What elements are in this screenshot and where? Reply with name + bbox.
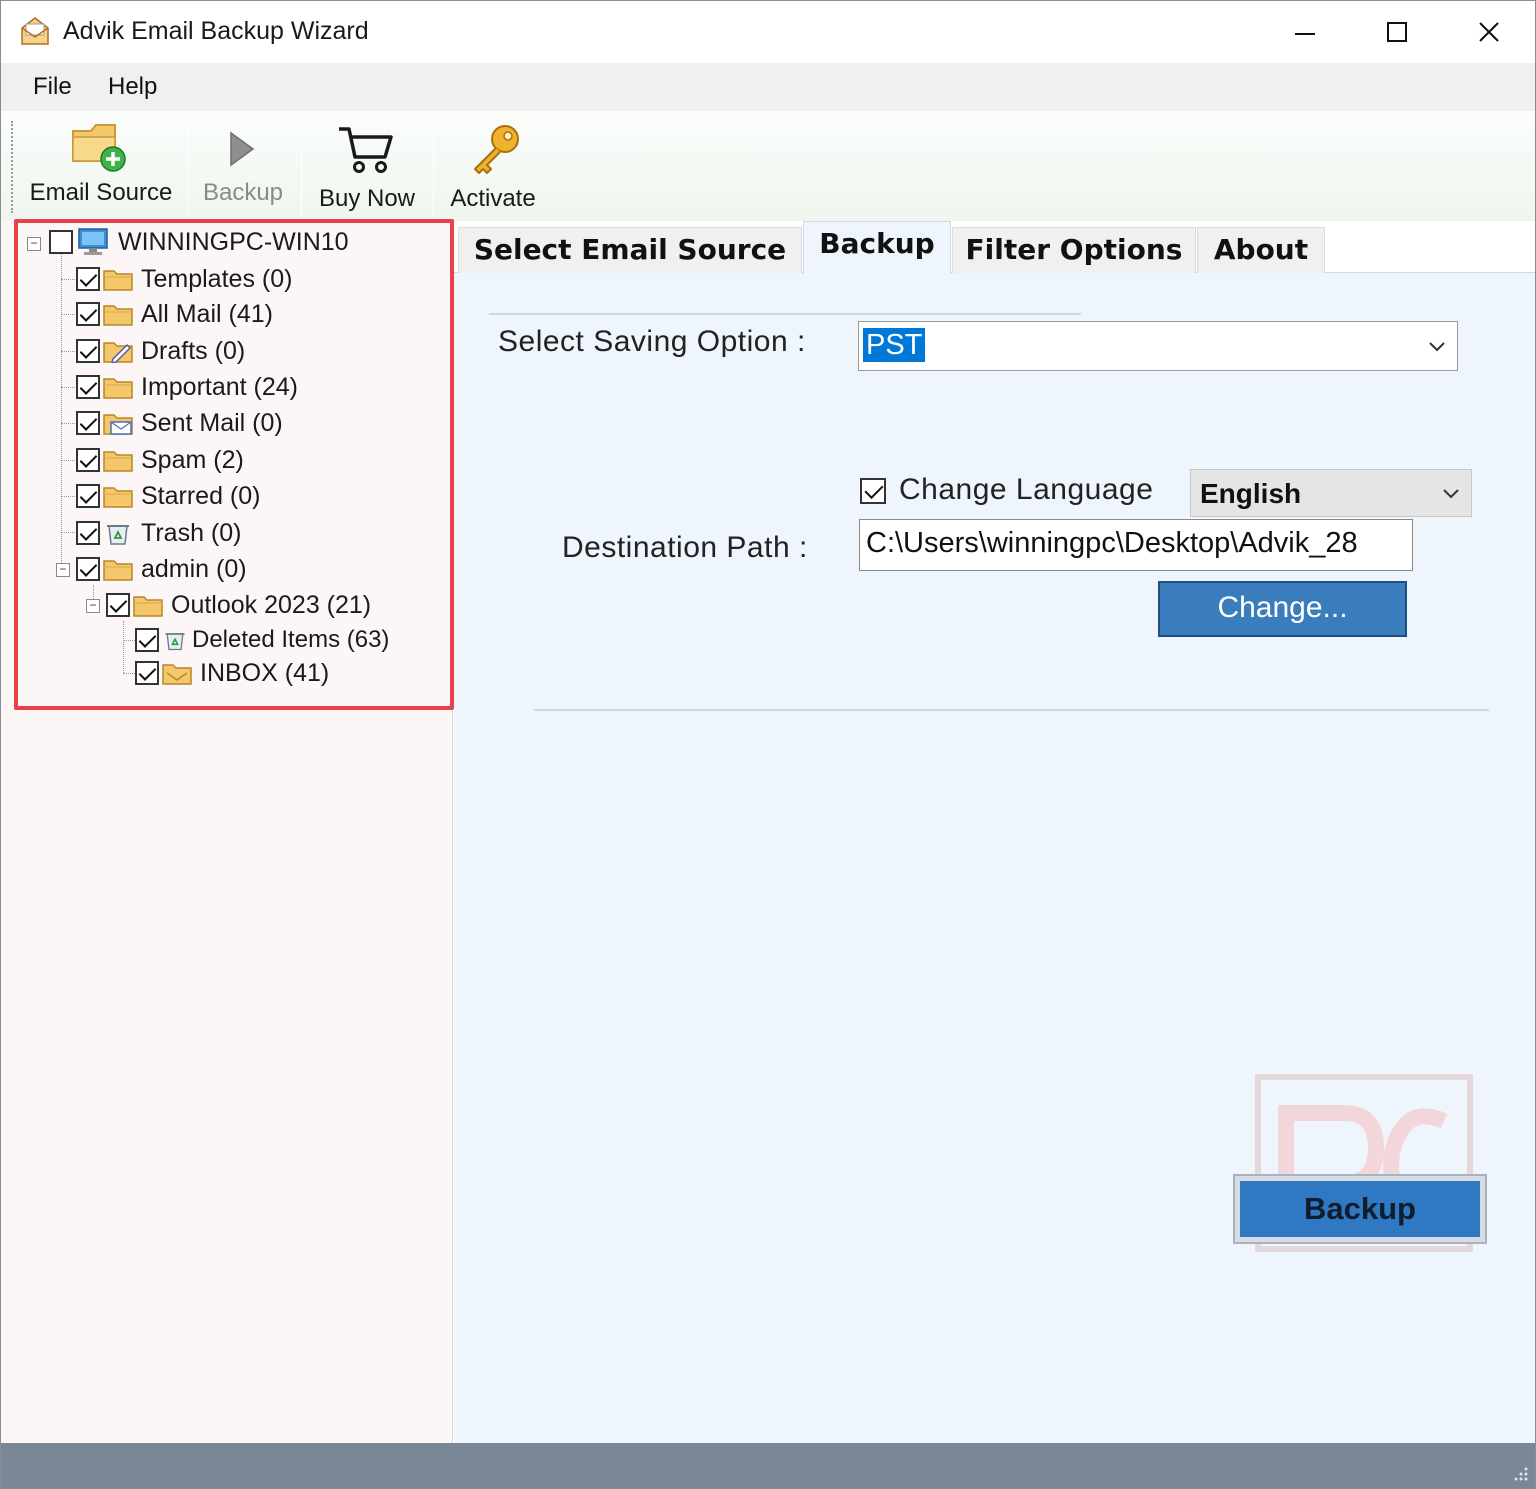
resize-grip-icon[interactable] <box>1511 1464 1529 1482</box>
toolbar-separator <box>433 123 434 215</box>
status-bar <box>1 1443 1535 1488</box>
highlight-frame <box>14 219 454 710</box>
toolbar-separator <box>301 123 302 215</box>
key-icon <box>474 125 519 174</box>
menu-help[interactable]: Help <box>108 73 157 101</box>
tab-strip: Select Email Source Backup Filter Option… <box>454 221 1535 274</box>
tab-filter-options[interactable]: Filter Options <box>952 227 1196 273</box>
chevron-down-icon <box>1443 489 1459 499</box>
activate-button[interactable]: Activate <box>441 111 545 221</box>
backup-button[interactable]: Backup <box>1233 1174 1487 1244</box>
activate-label: Activate <box>450 185 536 212</box>
destination-path-input[interactable]: C:\Users\winningpc\Desktop\Advik_28 <box>859 519 1413 571</box>
email-source-label: Email Source <box>29 179 173 206</box>
cart-icon <box>339 127 393 173</box>
buy-now-label: Buy Now <box>318 185 416 212</box>
folder-add-icon <box>72 124 126 172</box>
saving-option-value: PST <box>863 328 926 362</box>
maximize-button[interactable] <box>1351 1 1443 63</box>
change-language-label: Change Language <box>899 473 1154 506</box>
toolbar: Email Source Backup Buy Now Activate <box>1 111 1535 221</box>
close-icon <box>1479 22 1499 42</box>
tab-about[interactable]: About <box>1197 227 1325 273</box>
section-divider <box>489 313 1081 315</box>
play-icon <box>230 131 255 167</box>
toolbar-separator <box>187 123 188 215</box>
language-value: English <box>1200 478 1302 509</box>
menu-bar: File Help <box>1 63 1535 111</box>
tab-select-email-source[interactable]: Select Email Source <box>458 227 802 273</box>
title-bar: Advik Email Backup Wizard <box>1 1 1535 63</box>
envelope-app-icon <box>21 17 49 45</box>
maximize-icon <box>1387 22 1407 42</box>
tab-backup[interactable]: Backup <box>803 221 951 274</box>
language-select[interactable]: English <box>1190 469 1472 517</box>
menu-file[interactable]: File <box>33 73 72 101</box>
toolbar-grip <box>11 121 13 213</box>
minimize-button[interactable] <box>1259 1 1351 63</box>
close-button[interactable] <box>1443 1 1535 63</box>
change-language-checkbox[interactable] <box>860 478 886 504</box>
minimize-icon <box>1295 33 1315 35</box>
backup-button-label: Backup <box>1240 1181 1480 1237</box>
backup-toolbar-label: Backup <box>202 179 284 206</box>
saving-option-select[interactable]: PST <box>858 321 1458 371</box>
buy-now-button[interactable]: Buy Now <box>309 111 425 221</box>
app-window: Advik Email Backup Wizard File Help Emai… <box>0 0 1536 1489</box>
backup-toolbar-button[interactable]: Backup <box>195 111 291 221</box>
chevron-down-icon <box>1429 342 1445 352</box>
section-divider <box>534 709 1489 711</box>
destination-path-label: Destination Path : <box>562 531 808 564</box>
email-source-button[interactable]: Email Source <box>25 111 177 221</box>
window-title: Advik Email Backup Wizard <box>63 17 369 45</box>
saving-option-label: Select Saving Option : <box>498 325 806 358</box>
main-content: Select Email Source Backup Filter Option… <box>454 221 1535 1443</box>
destination-path-value: C:\Users\winningpc\Desktop\Advik_28 <box>866 527 1358 559</box>
change-button[interactable]: Change... <box>1158 581 1407 637</box>
